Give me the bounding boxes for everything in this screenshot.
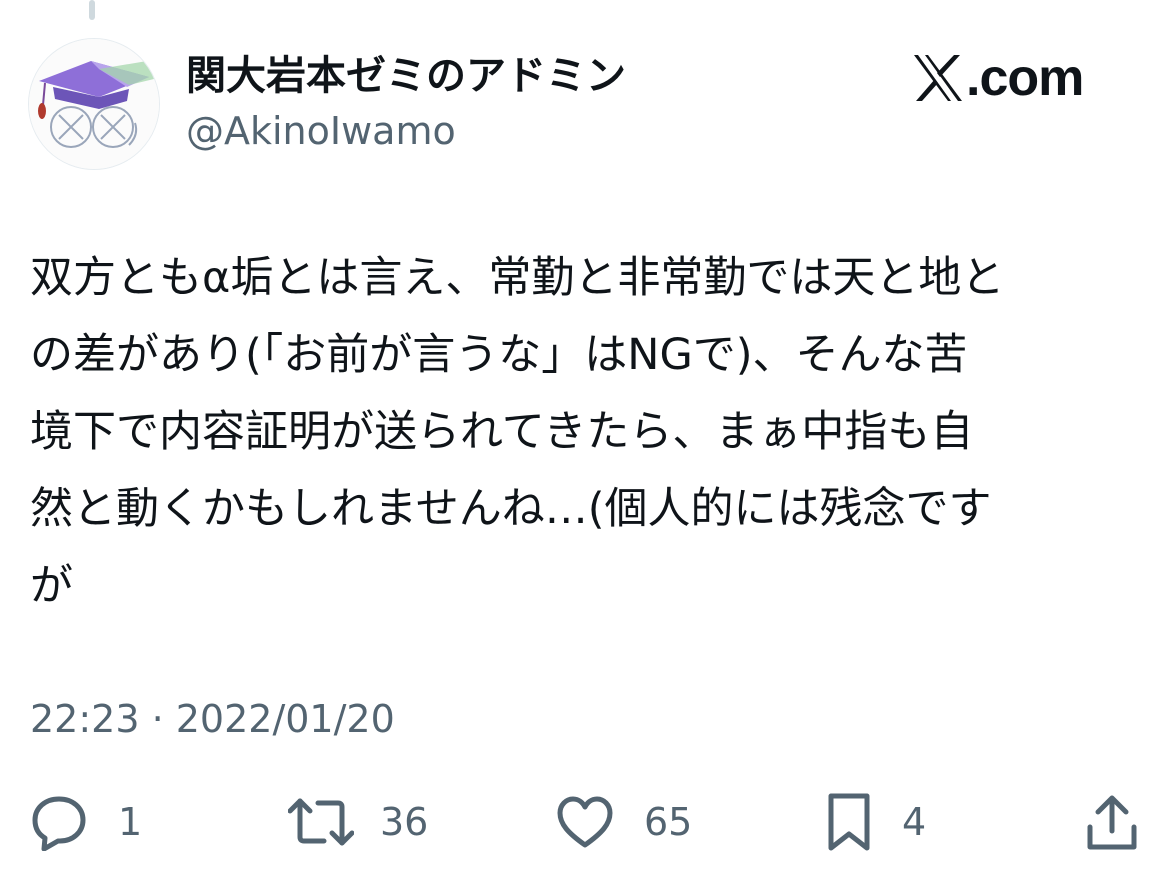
retweet-icon (288, 798, 354, 846)
bookmark-count: 4 (902, 800, 927, 844)
tweet-text-line: が (30, 561, 73, 611)
x-brand-domain: .com (966, 49, 1084, 107)
tweet-text-line: 境下で内容証明が送られてきたら、まぁ中指も自 (30, 407, 974, 457)
like-count: 65 (644, 800, 693, 844)
avatar[interactable] (28, 38, 160, 170)
heart-icon (557, 796, 613, 848)
tweet-timestamp[interactable]: 22:23 · 2022/01/20 (30, 696, 395, 742)
author-display-name[interactable]: 関大岩本ゼミのアドミン (186, 52, 626, 100)
x-logo-icon (912, 53, 964, 103)
tweet-text-line: の差があり(「お前が言うな」はNGで)、そんな苦 (30, 330, 968, 380)
retweet-count: 36 (380, 800, 429, 844)
share-button[interactable] (1086, 790, 1138, 854)
retweet-button[interactable]: 36 (288, 790, 428, 854)
bookmark-icon (828, 793, 870, 851)
tweet-text-line: 然と動くかもしれませんね…(個人的には残念です (30, 484, 992, 534)
tweet-text: 双方ともα垢とは言え、常勤と非常勤では天と地と の差があり(「お前が言うな」はN… (30, 240, 1120, 625)
author-handle[interactable]: @AkinoIwamo (186, 108, 456, 154)
thread-connector-line (89, 0, 95, 20)
bookmark-button[interactable]: 4 (826, 790, 926, 854)
tweet-text-line: 双方ともα垢とは言え、常勤と非常勤では天と地と (30, 253, 1005, 303)
tweet-action-bar: 1 36 65 4 (0, 790, 1170, 854)
reply-count: 1 (118, 800, 143, 844)
reply-icon (32, 796, 86, 851)
avatar-image (29, 39, 159, 169)
x-brand-logo: .com (912, 49, 1084, 107)
like-button[interactable]: 65 (556, 790, 692, 854)
share-icon (1087, 795, 1137, 850)
reply-button[interactable]: 1 (30, 790, 142, 854)
